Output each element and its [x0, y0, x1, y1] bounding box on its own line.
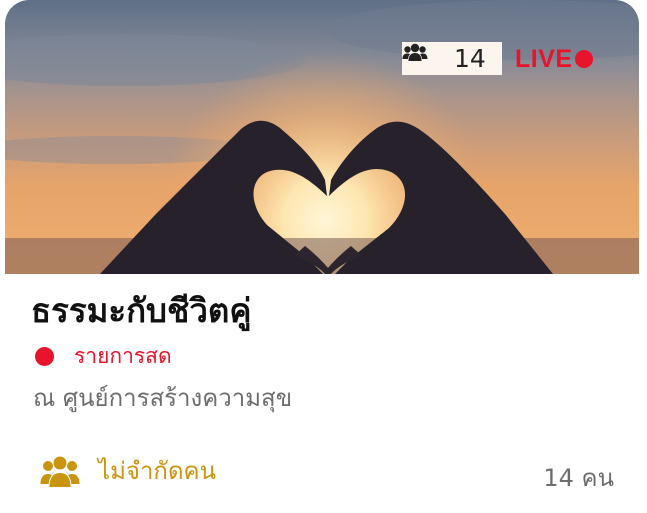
live-dot-icon	[574, 50, 593, 68]
viewer-count-badge: 14	[402, 42, 502, 75]
live-indicator: LIVE	[515, 44, 593, 74]
event-cover-image[interactable]: 14 LIVE	[5, 0, 639, 274]
attendee-count: 14 คน	[543, 464, 614, 492]
status-label: รายการสด	[74, 344, 172, 368]
heart-hands-photo	[5, 0, 639, 274]
event-venue: ณ ศูนย์การสร้างความสุข	[33, 384, 293, 412]
live-label: LIVE	[515, 44, 573, 73]
event-title[interactable]: ธรรมะกับชีวิตคู่	[31, 284, 251, 337]
people-icon	[402, 43, 440, 69]
capacity-label: ไม่จำกัดคน	[98, 457, 217, 485]
viewer-count: 14	[454, 44, 486, 73]
capacity-info: ไม่จำกัดคน	[40, 451, 216, 490]
event-card[interactable]: 14 LIVE ธรรมะกับชีวิตคู่ รายการสด ณ ศูนย…	[5, 0, 639, 513]
people-icon	[40, 454, 80, 488]
red-dot-icon	[35, 347, 54, 366]
live-status: รายการสด	[35, 340, 172, 373]
